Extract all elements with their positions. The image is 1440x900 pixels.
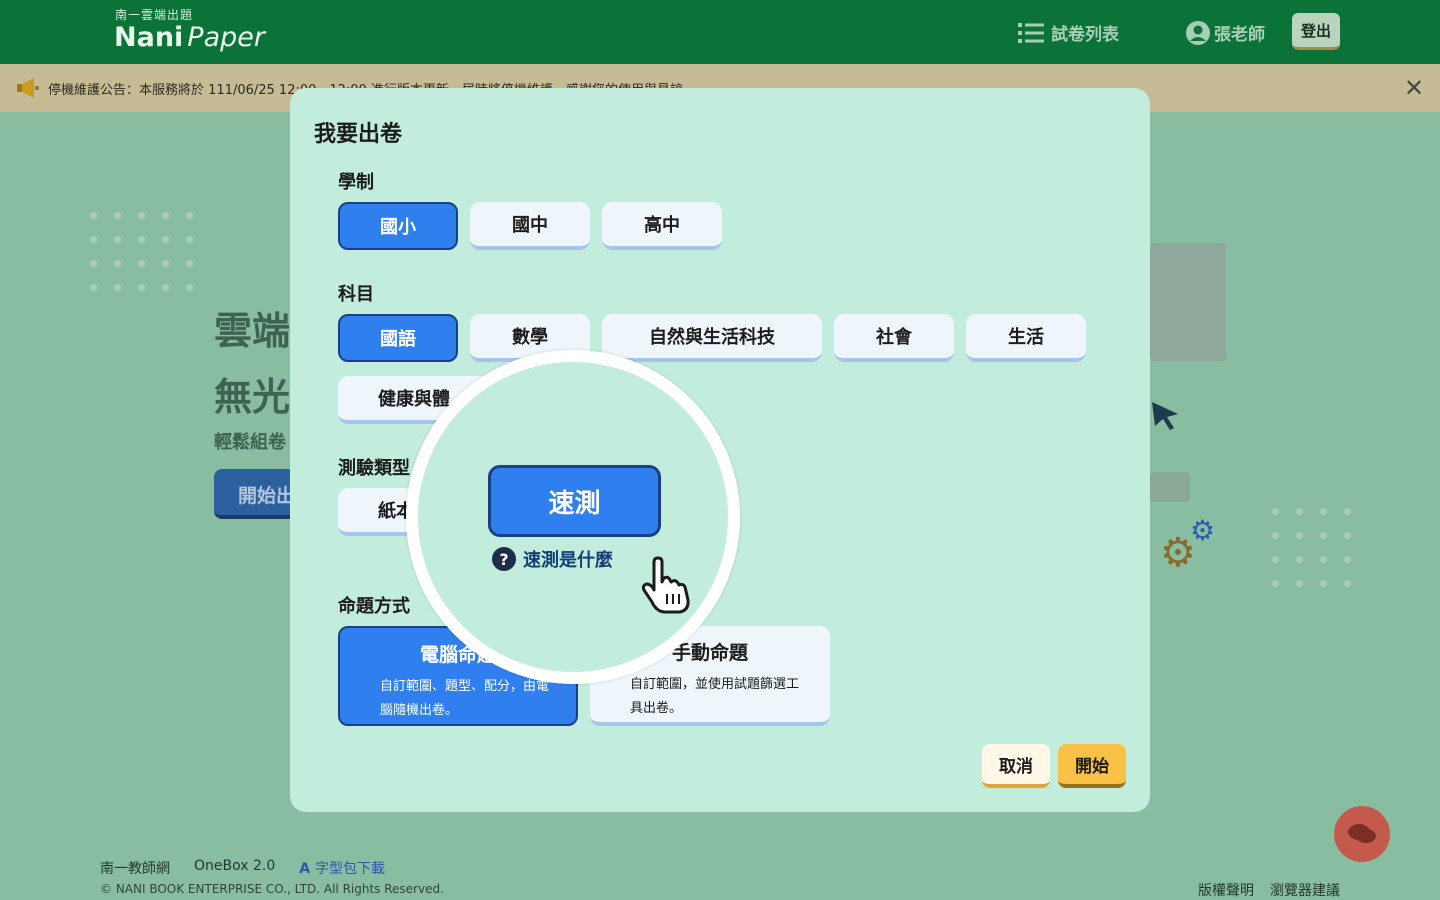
school-level-label: 學制 <box>338 172 374 193</box>
logout-button[interactable]: 登出 <box>1292 13 1340 50</box>
cancel-button[interactable]: 取消 <box>982 744 1050 788</box>
quick-test-help-label: 速測是什麼 <box>523 550 613 571</box>
decor-dots-right <box>1272 508 1351 587</box>
subject-option-social[interactable]: 社會 <box>834 314 954 362</box>
hero-title-line1: 雲端 <box>214 309 291 353</box>
footer-link-browser[interactable]: 瀏覽器建議 <box>1270 880 1340 900</box>
school-option-elementary[interactable]: 國小 <box>338 202 458 250</box>
font-icon: A <box>299 861 315 877</box>
method-computer-desc: 自訂範圍、題型、配分，由電腦隨機出卷。 <box>380 679 550 718</box>
list-icon <box>1018 22 1044 43</box>
megaphone-icon <box>17 78 39 98</box>
document-illustration <box>1150 243 1226 361</box>
subject-label: 科目 <box>338 284 374 305</box>
footer-link-copyright[interactable]: 版權聲明 <box>1198 880 1254 900</box>
subject-option-life[interactable]: 生活 <box>966 314 1086 362</box>
subject-option-science[interactable]: 自然與生活科技 <box>602 314 822 362</box>
user-name: 張老師 <box>1214 25 1265 45</box>
brand-name-part1: Nani <box>114 22 184 53</box>
hero-title-line2: 無光 <box>214 375 291 419</box>
nav-exam-list-label: 試卷列表 <box>1051 25 1119 45</box>
close-icon[interactable]: ✕ <box>1404 74 1424 102</box>
footer-link-font-download-label: 字型包下載 <box>314 861 385 877</box>
footer-link-teacher-site[interactable]: 南一教師網 <box>100 858 170 878</box>
chat-button[interactable] <box>1334 806 1390 862</box>
nav-exam-list[interactable]: 試卷列表 <box>1018 20 1119 45</box>
start-button[interactable]: 開始 <box>1058 744 1126 788</box>
subject-option-chinese[interactable]: 國語 <box>338 314 458 362</box>
modal-title: 我要出卷 <box>314 122 403 147</box>
nav-user[interactable]: 張老師 <box>1186 20 1265 45</box>
method-manual-desc: 自訂範圍，並使用試題篩選工具出卷。 <box>630 677 800 716</box>
search-chip-illustration <box>1150 472 1190 502</box>
copyright-text: © NANI BOOK ENTERPRISE CO., LTD. All Rig… <box>100 882 444 896</box>
pointer-hand-icon <box>641 556 690 614</box>
brand-logo[interactable]: Nani Paper <box>114 22 265 53</box>
brand-name-part2: Paper <box>187 22 265 53</box>
footer-links: 南一教師網 OneBox 2.0 A 字型包下載 <box>100 858 385 878</box>
test-type-label: 測驗類型 <box>338 458 410 479</box>
quick-test-help-link[interactable]: ? 速測是什麼 <box>492 546 613 572</box>
decor-dots-left <box>90 212 193 291</box>
school-option-senior-high[interactable]: 高中 <box>602 202 722 250</box>
gear-small-icon: ⚙ <box>1190 514 1216 547</box>
footer-link-font-download[interactable]: A 字型包下載 <box>299 858 385 878</box>
top-header: 南一雲端出題 Nani Paper 試卷列表 張老師 登出 <box>0 0 1440 64</box>
chat-bubbles-icon <box>1348 824 1376 843</box>
arrow-cursor-icon <box>1152 402 1178 430</box>
footer-link-onebox[interactable]: OneBox 2.0 <box>194 858 275 878</box>
footer-right-links: 版權聲明 瀏覽器建議 <box>1198 880 1340 900</box>
hero-subtitle: 輕鬆組卷 <box>214 432 286 453</box>
school-option-junior-high[interactable]: 國中 <box>470 202 590 250</box>
brand-subtitle: 南一雲端出題 <box>115 8 194 22</box>
question-icon: ? <box>492 547 516 571</box>
quick-test-button[interactable]: 速測 <box>488 465 661 537</box>
user-avatar-icon <box>1186 20 1210 45</box>
method-label: 命題方式 <box>338 596 410 617</box>
